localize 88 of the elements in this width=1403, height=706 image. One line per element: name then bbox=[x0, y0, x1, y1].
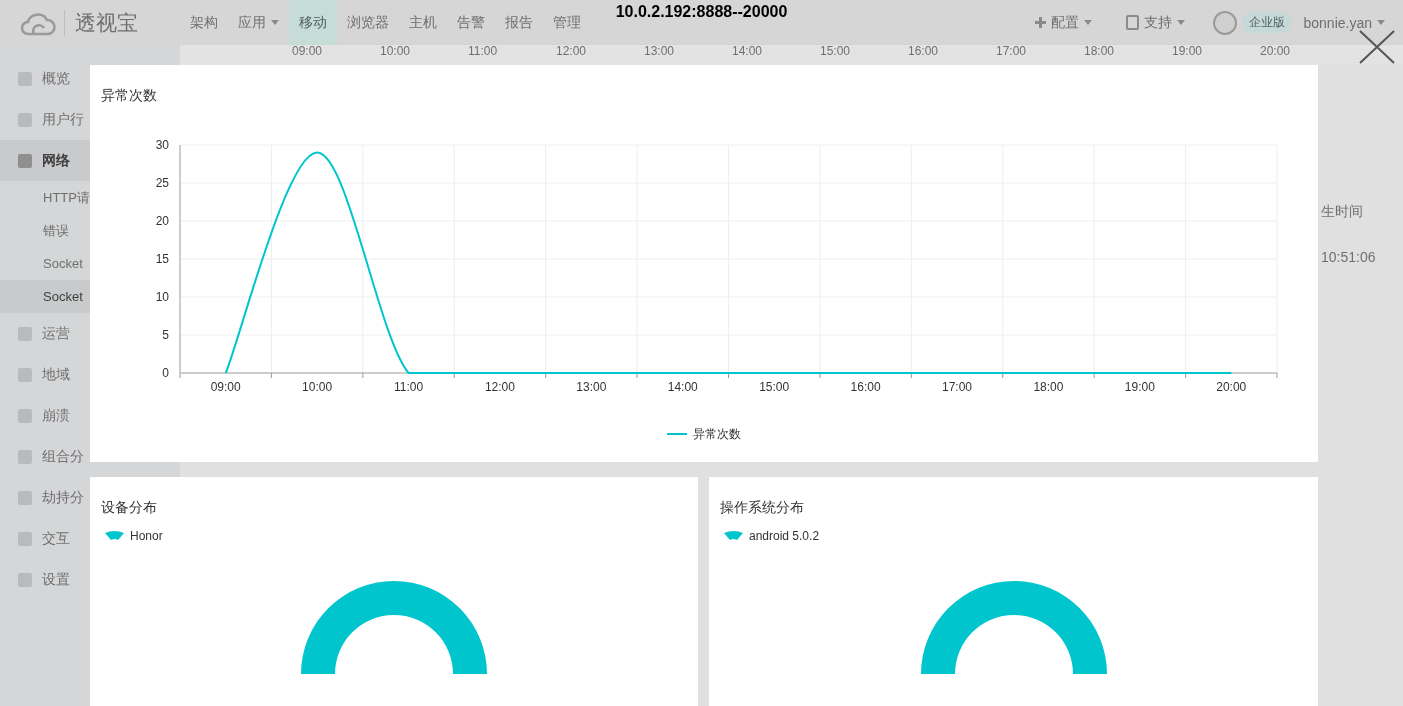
axis-label: 0 bbox=[162, 366, 169, 380]
config-menu[interactable]: 配置 bbox=[1029, 12, 1099, 33]
caret-icon bbox=[1377, 20, 1385, 25]
axis-label: 15 bbox=[155, 252, 169, 266]
axis-label: 10:00 bbox=[302, 380, 333, 394]
logo-text: 透视宝 bbox=[64, 9, 138, 36]
sidebar-item[interactable]: 劫持分 bbox=[0, 477, 90, 518]
time-label: 11:00 bbox=[468, 45, 499, 60]
axis-label: 30 bbox=[155, 138, 169, 152]
edition-badge: 企业版 bbox=[1242, 12, 1293, 33]
legend-label: 异常次数 bbox=[693, 427, 741, 441]
nav-tab[interactable]: 主机 bbox=[399, 0, 447, 45]
chart-title: 异常次数 bbox=[101, 87, 157, 103]
axis-label: 11:00 bbox=[393, 380, 424, 394]
time-label: 15:00 bbox=[820, 45, 852, 60]
sidebar-subitem[interactable]: Socket bbox=[0, 247, 90, 280]
avatar-icon bbox=[1213, 10, 1238, 35]
axis-label: 13:00 bbox=[576, 380, 607, 394]
time-label: 17:00 bbox=[996, 45, 1028, 60]
sidebar-item[interactable]: 交互 bbox=[0, 518, 90, 559]
time-label: 10:00 bbox=[380, 45, 412, 60]
time-label: 12:00 bbox=[556, 45, 588, 60]
time-label: 16:00 bbox=[908, 45, 940, 60]
legend-icon bbox=[724, 531, 743, 541]
dialog-title: 10.0.2.192:8888--20000 bbox=[615, 2, 788, 22]
axis-label: 17:00 bbox=[942, 380, 973, 394]
square-icon bbox=[18, 367, 32, 382]
caret-icon bbox=[1177, 20, 1186, 25]
square-icon bbox=[18, 408, 32, 423]
sidebar-item[interactable]: 用户行 bbox=[0, 99, 90, 140]
time-label: 13:00 bbox=[644, 45, 676, 60]
square-icon bbox=[18, 449, 32, 464]
table-cell: 10:51:06 bbox=[1321, 249, 1376, 265]
sidebar-item[interactable]: 概览 bbox=[0, 58, 90, 99]
sidebar-item[interactable]: 设置 bbox=[0, 559, 90, 600]
user-menu[interactable]: bonnie.yan bbox=[1297, 13, 1391, 32]
sidebar-item[interactable]: 崩溃 bbox=[0, 395, 90, 436]
column-header: 生时间 bbox=[1321, 203, 1363, 221]
legend-line-icon bbox=[666, 433, 688, 435]
square-icon bbox=[18, 490, 32, 505]
sidebar-item[interactable]: 地域 bbox=[0, 354, 90, 395]
time-label: 18:00 bbox=[1084, 45, 1116, 60]
nav-tab[interactable]: 架构 bbox=[180, 0, 228, 45]
axis-label: 14:00 bbox=[667, 380, 698, 394]
nav-tab[interactable]: 浏览器 bbox=[337, 0, 399, 45]
axis-label: 25 bbox=[155, 176, 169, 190]
axis-label: 19:00 bbox=[1124, 380, 1155, 394]
nav-tab[interactable]: 应用 bbox=[228, 0, 289, 45]
axis-label: 5 bbox=[162, 328, 169, 342]
sidebar-subitem[interactable]: Socket bbox=[0, 280, 90, 313]
square-icon bbox=[18, 153, 32, 168]
axis-label: 20 bbox=[155, 214, 169, 228]
axis-label: 18:00 bbox=[1033, 380, 1064, 394]
nav-tab[interactable]: 管理 bbox=[543, 0, 591, 45]
legend-label: Honor bbox=[130, 529, 163, 543]
axis-label: 15:00 bbox=[759, 380, 790, 394]
support-menu[interactable]: 支持 bbox=[1120, 12, 1192, 33]
time-label: 09:00 bbox=[292, 45, 324, 60]
legend-icon bbox=[105, 531, 124, 541]
time-label: 20:00 bbox=[1260, 45, 1292, 60]
nav-tab[interactable]: 移动 bbox=[289, 0, 337, 45]
square-icon bbox=[18, 572, 32, 587]
sidebar-item[interactable]: 运营 bbox=[0, 313, 90, 354]
sidebar-item[interactable]: 网络 bbox=[0, 140, 90, 181]
axis-label: 10 bbox=[155, 290, 169, 304]
sidebar-subitem[interactable]: 错误 bbox=[0, 214, 90, 247]
sidebar-item[interactable]: 组合分 bbox=[0, 436, 90, 477]
time-label: 19:00 bbox=[1172, 45, 1204, 60]
close-icon[interactable] bbox=[1358, 29, 1396, 65]
square-icon bbox=[18, 531, 32, 546]
square-icon bbox=[18, 326, 32, 341]
plus-icon bbox=[1035, 17, 1047, 28]
caret-icon bbox=[1084, 20, 1093, 25]
nav-tab[interactable]: 报告 bbox=[495, 0, 543, 45]
caret-icon bbox=[271, 20, 279, 25]
chart-title: 设备分布 bbox=[101, 499, 157, 515]
chart-title: 操作系统分布 bbox=[720, 499, 804, 515]
square-icon bbox=[18, 112, 32, 127]
axis-label: 16:00 bbox=[850, 380, 881, 394]
axis-label: 12:00 bbox=[484, 380, 515, 394]
time-label: 14:00 bbox=[732, 45, 764, 60]
nav-tab[interactable]: 告警 bbox=[447, 0, 495, 45]
legend-label: android 5.0.2 bbox=[749, 529, 820, 543]
axis-label: 09:00 bbox=[210, 380, 241, 394]
document-icon bbox=[1126, 15, 1140, 30]
square-icon bbox=[18, 71, 32, 86]
sidebar-subitem[interactable]: HTTP请 bbox=[0, 181, 90, 214]
axis-label: 20:00 bbox=[1216, 380, 1247, 394]
